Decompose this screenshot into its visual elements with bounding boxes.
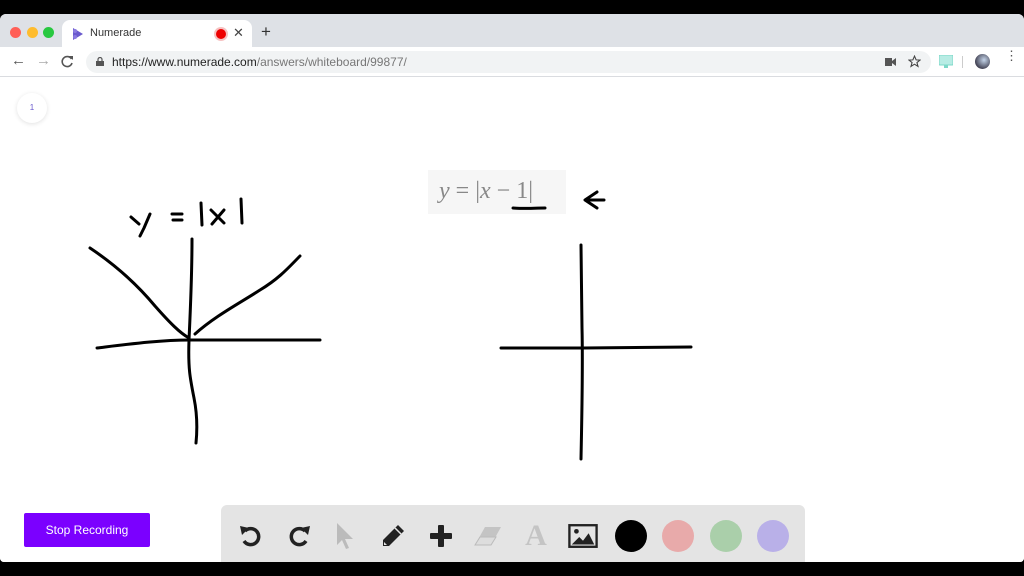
close-window-button[interactable]: [10, 27, 21, 38]
url-host: https://www.numerade.com: [112, 55, 257, 69]
color-swatch-black[interactable]: [615, 520, 647, 552]
undo-button[interactable]: [236, 521, 266, 551]
tab-bar: Numerade ✕ +: [0, 14, 1024, 47]
graph-left-abs-x: [88, 237, 322, 445]
toolbar-divider: [962, 56, 963, 68]
undo-icon: [240, 526, 261, 547]
camera-icon[interactable]: [885, 58, 896, 66]
menu-kebab-icon[interactable]: ⋮: [1005, 49, 1018, 62]
minimize-window-button[interactable]: [27, 27, 38, 38]
close-tab-button[interactable]: ✕: [233, 25, 244, 41]
color-swatch-green[interactable]: [710, 520, 742, 552]
eraser-icon: [474, 527, 501, 546]
handwritten-label-y-equals-abs-x: [129, 197, 244, 238]
eraser-tool-button[interactable]: [473, 521, 503, 551]
select-tool-button[interactable]: [330, 521, 360, 551]
redo-button[interactable]: [284, 521, 314, 551]
graph-right-axes: [499, 243, 693, 461]
new-tab-button[interactable]: +: [261, 23, 271, 40]
image-tool-button[interactable]: [568, 521, 598, 551]
back-button[interactable]: ←: [11, 53, 26, 69]
whiteboard-canvas[interactable]: 1 y = |x − 1| Stop Recording A: [0, 78, 1024, 562]
formula-annotations: [511, 190, 606, 210]
handwritten-drawing: [88, 190, 693, 461]
color-swatch-red[interactable]: [662, 520, 694, 552]
image-icon: [568, 524, 598, 548]
tab-numerade[interactable]: Numerade ✕: [62, 20, 252, 47]
cursor-arrow-icon: [337, 523, 353, 549]
url-path: /answers/whiteboard/99877/: [256, 55, 407, 69]
address-bar[interactable]: https://www.numerade.com/answers/whitebo…: [86, 51, 931, 73]
bookmark-star-icon[interactable]: [908, 55, 921, 68]
color-swatch-purple[interactable]: [757, 520, 789, 552]
text-tool-button[interactable]: A: [521, 519, 551, 552]
browser-toolbar: ← → https://www.numerade.com/answers/whi…: [0, 47, 1024, 77]
maximize-window-button[interactable]: [43, 27, 54, 38]
stop-recording-button[interactable]: Stop Recording: [24, 513, 150, 547]
pencil-icon: [383, 525, 404, 546]
screen-cast-extension-icon[interactable]: [939, 55, 953, 68]
profile-avatar[interactable]: [975, 54, 990, 69]
plus-icon: [430, 525, 452, 547]
recording-indicator-icon: [216, 29, 226, 39]
redo-icon: [289, 526, 310, 547]
forward-button[interactable]: →: [36, 53, 51, 69]
tab-title: Numerade: [90, 27, 142, 39]
reload-icon[interactable]: [61, 55, 74, 68]
drawing-toolbar: A: [221, 505, 805, 562]
add-shape-button[interactable]: [426, 521, 456, 551]
numerade-logo-icon: [73, 28, 83, 40]
lock-icon: [96, 57, 104, 66]
text-a-icon: A: [525, 519, 547, 552]
pen-tool-button[interactable]: [378, 521, 408, 551]
url-text: https://www.numerade.com/answers/whitebo…: [112, 55, 407, 69]
browser-window: Numerade ✕ + ← → https://www.numerade.co…: [0, 14, 1024, 562]
